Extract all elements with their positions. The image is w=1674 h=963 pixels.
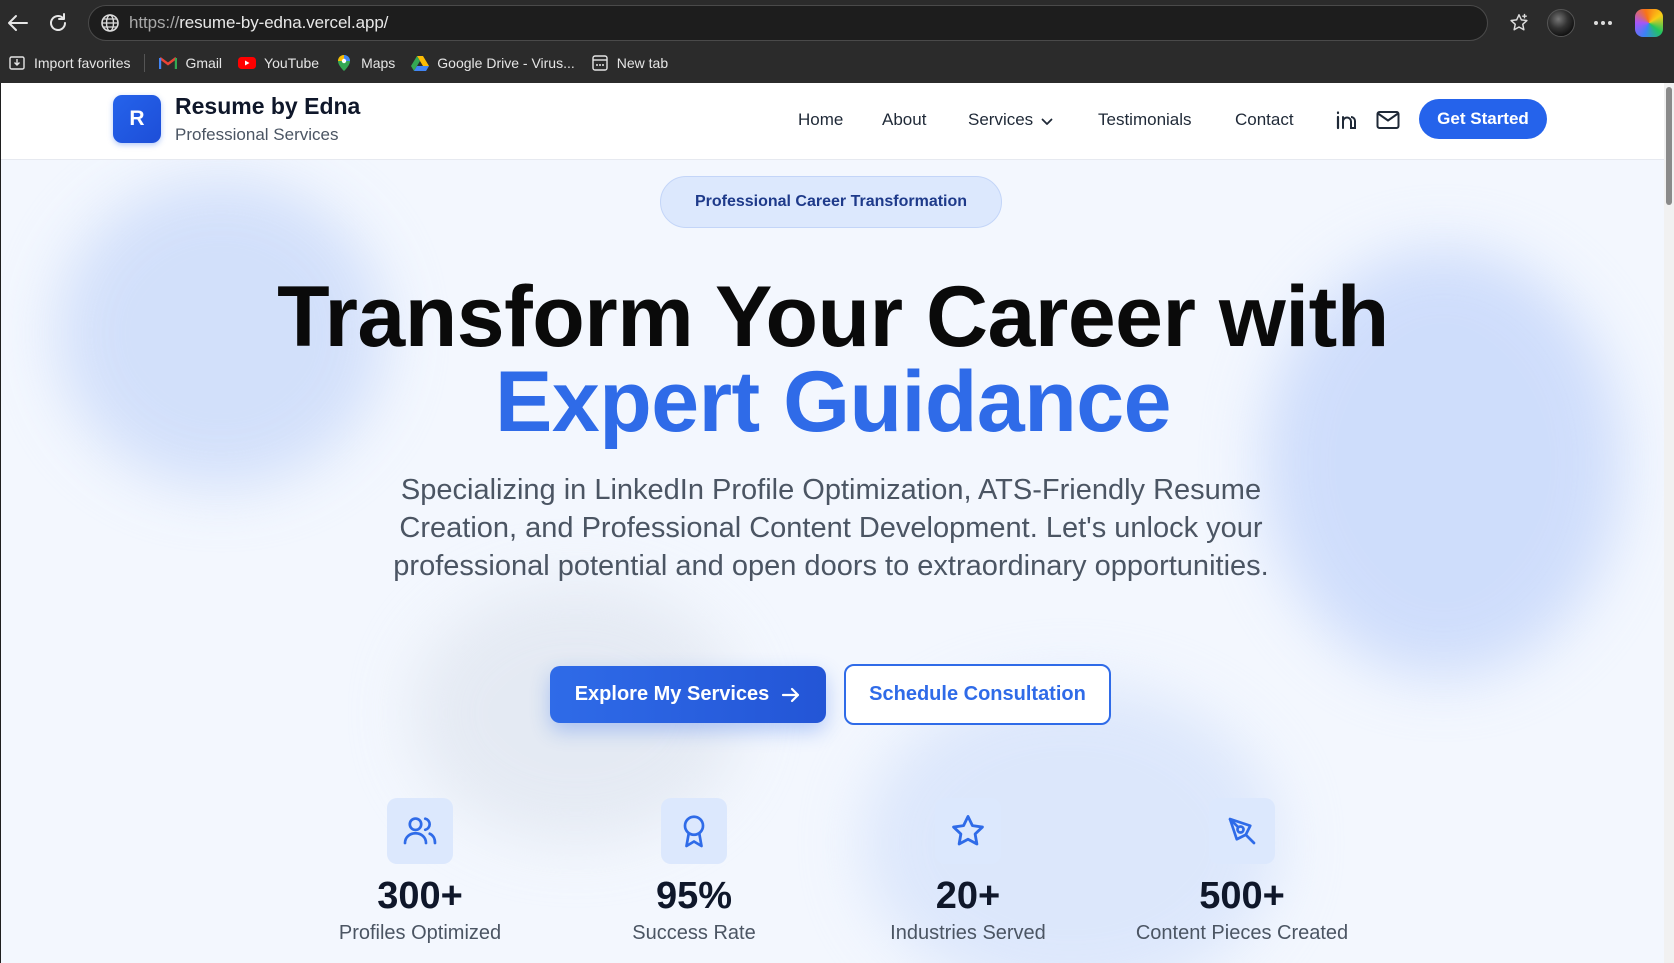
back-icon[interactable] [4, 10, 32, 36]
get-started-button[interactable]: Get Started [1419, 99, 1547, 139]
bookmark-label: Google Drive - Virus... [437, 55, 575, 71]
arrow-right-icon [781, 687, 801, 703]
stat-value: 95% [655, 875, 733, 917]
logo[interactable]: R [113, 95, 161, 143]
new-tab-icon [591, 54, 609, 72]
hero-title-accent: Expert Guidance [495, 354, 1171, 450]
stat-label: Industries Served [890, 922, 1046, 944]
favorite-star-icon[interactable] [1504, 8, 1534, 38]
bookmark-gmail[interactable]: Gmail [151, 49, 230, 77]
nav-testimonials[interactable]: Testimonials [1098, 110, 1192, 130]
stat-label: Content Pieces Created [1135, 922, 1349, 944]
bookmark-youtube[interactable]: YouTube [230, 49, 327, 77]
google-drive-icon [411, 54, 430, 72]
stat-success-rate: 95% Success Rate [564, 798, 824, 945]
award-icon [661, 798, 727, 864]
stat-industries-served: 20+ Industries Served [838, 798, 1098, 945]
schedule-consultation-button[interactable]: Schedule Consultation [844, 664, 1111, 725]
youtube-icon [238, 54, 257, 72]
explore-services-label: Explore My Services [574, 683, 770, 705]
stat-content-pieces: 500+ Content Pieces Created [1112, 798, 1372, 945]
users-icon [387, 798, 453, 864]
nav-about[interactable]: About [882, 110, 926, 130]
bookmark-google-drive[interactable]: Google Drive - Virus... [403, 49, 582, 77]
bookmark-label: Maps [361, 55, 396, 71]
copilot-icon[interactable] [1635, 9, 1663, 37]
bookmark-label: YouTube [264, 55, 320, 71]
scrollbar-thumb[interactable] [1666, 87, 1672, 205]
star-icon [935, 798, 1001, 864]
more-menu-icon[interactable] [1588, 8, 1618, 38]
browser-chrome: https://resume-by-edna.vercel.app/ Impor… [0, 0, 1674, 83]
bookmark-new-tab[interactable]: New tab [583, 49, 676, 77]
url-text: https://resume-by-edna.vercel.app/ [129, 13, 389, 32]
bookmarks-bar: Import favorites Gmail YouTube Maps Goog… [0, 49, 1674, 77]
stat-value: 20+ [935, 875, 1001, 917]
bookmark-label: New tab [616, 55, 669, 71]
browser-toolbar: https://resume-by-edna.vercel.app/ [0, 0, 1674, 44]
maps-icon [335, 54, 353, 72]
bookmark-label: Gmail [185, 55, 223, 71]
site-header: R Resume by Edna Professional Services H… [1, 83, 1665, 160]
hero-badge: Professional Career Transformation [660, 176, 1002, 228]
brand-name[interactable]: Resume by Edna [175, 93, 360, 120]
stat-label: Success Rate [632, 922, 756, 944]
bookmark-separator [144, 54, 146, 72]
nav-services[interactable]: Services [968, 110, 1053, 131]
explore-services-button[interactable]: Explore My Services [550, 666, 826, 723]
bookmark-import-favorites[interactable]: Import favorites [0, 49, 138, 77]
pen-tool-icon [1209, 798, 1275, 864]
stat-value: 500+ [1199, 875, 1285, 917]
stat-profiles-optimized: 300+ Profiles Optimized [290, 798, 550, 945]
refresh-icon[interactable] [44, 10, 72, 36]
nav-home[interactable]: Home [798, 110, 843, 130]
hero-description: Specializing in LinkedIn Profile Optimiz… [393, 474, 1269, 582]
linkedin-icon[interactable] [1333, 107, 1359, 133]
chevron-down-icon [1041, 111, 1053, 131]
brand-tagline: Professional Services [175, 125, 339, 144]
stat-value: 300+ [377, 875, 463, 917]
address-bar[interactable]: https://resume-by-edna.vercel.app/ [88, 5, 1488, 41]
bookmark-label: Import favorites [34, 55, 131, 71]
nav-services-label: Services [968, 110, 1034, 129]
stat-label: Profiles Optimized [338, 922, 502, 944]
import-icon [8, 54, 26, 72]
profile-avatar[interactable] [1547, 9, 1575, 37]
bookmark-maps[interactable]: Maps [327, 49, 403, 77]
nav-contact[interactable]: Contact [1235, 110, 1294, 130]
gmail-icon [159, 54, 178, 72]
hero-title: Transform Your Career with [277, 269, 1389, 365]
web-page: R Resume by Edna Professional Services H… [0, 83, 1674, 963]
globe-icon [99, 12, 121, 34]
page-scrollbar[interactable] [1664, 83, 1674, 963]
mail-icon[interactable] [1375, 107, 1401, 133]
